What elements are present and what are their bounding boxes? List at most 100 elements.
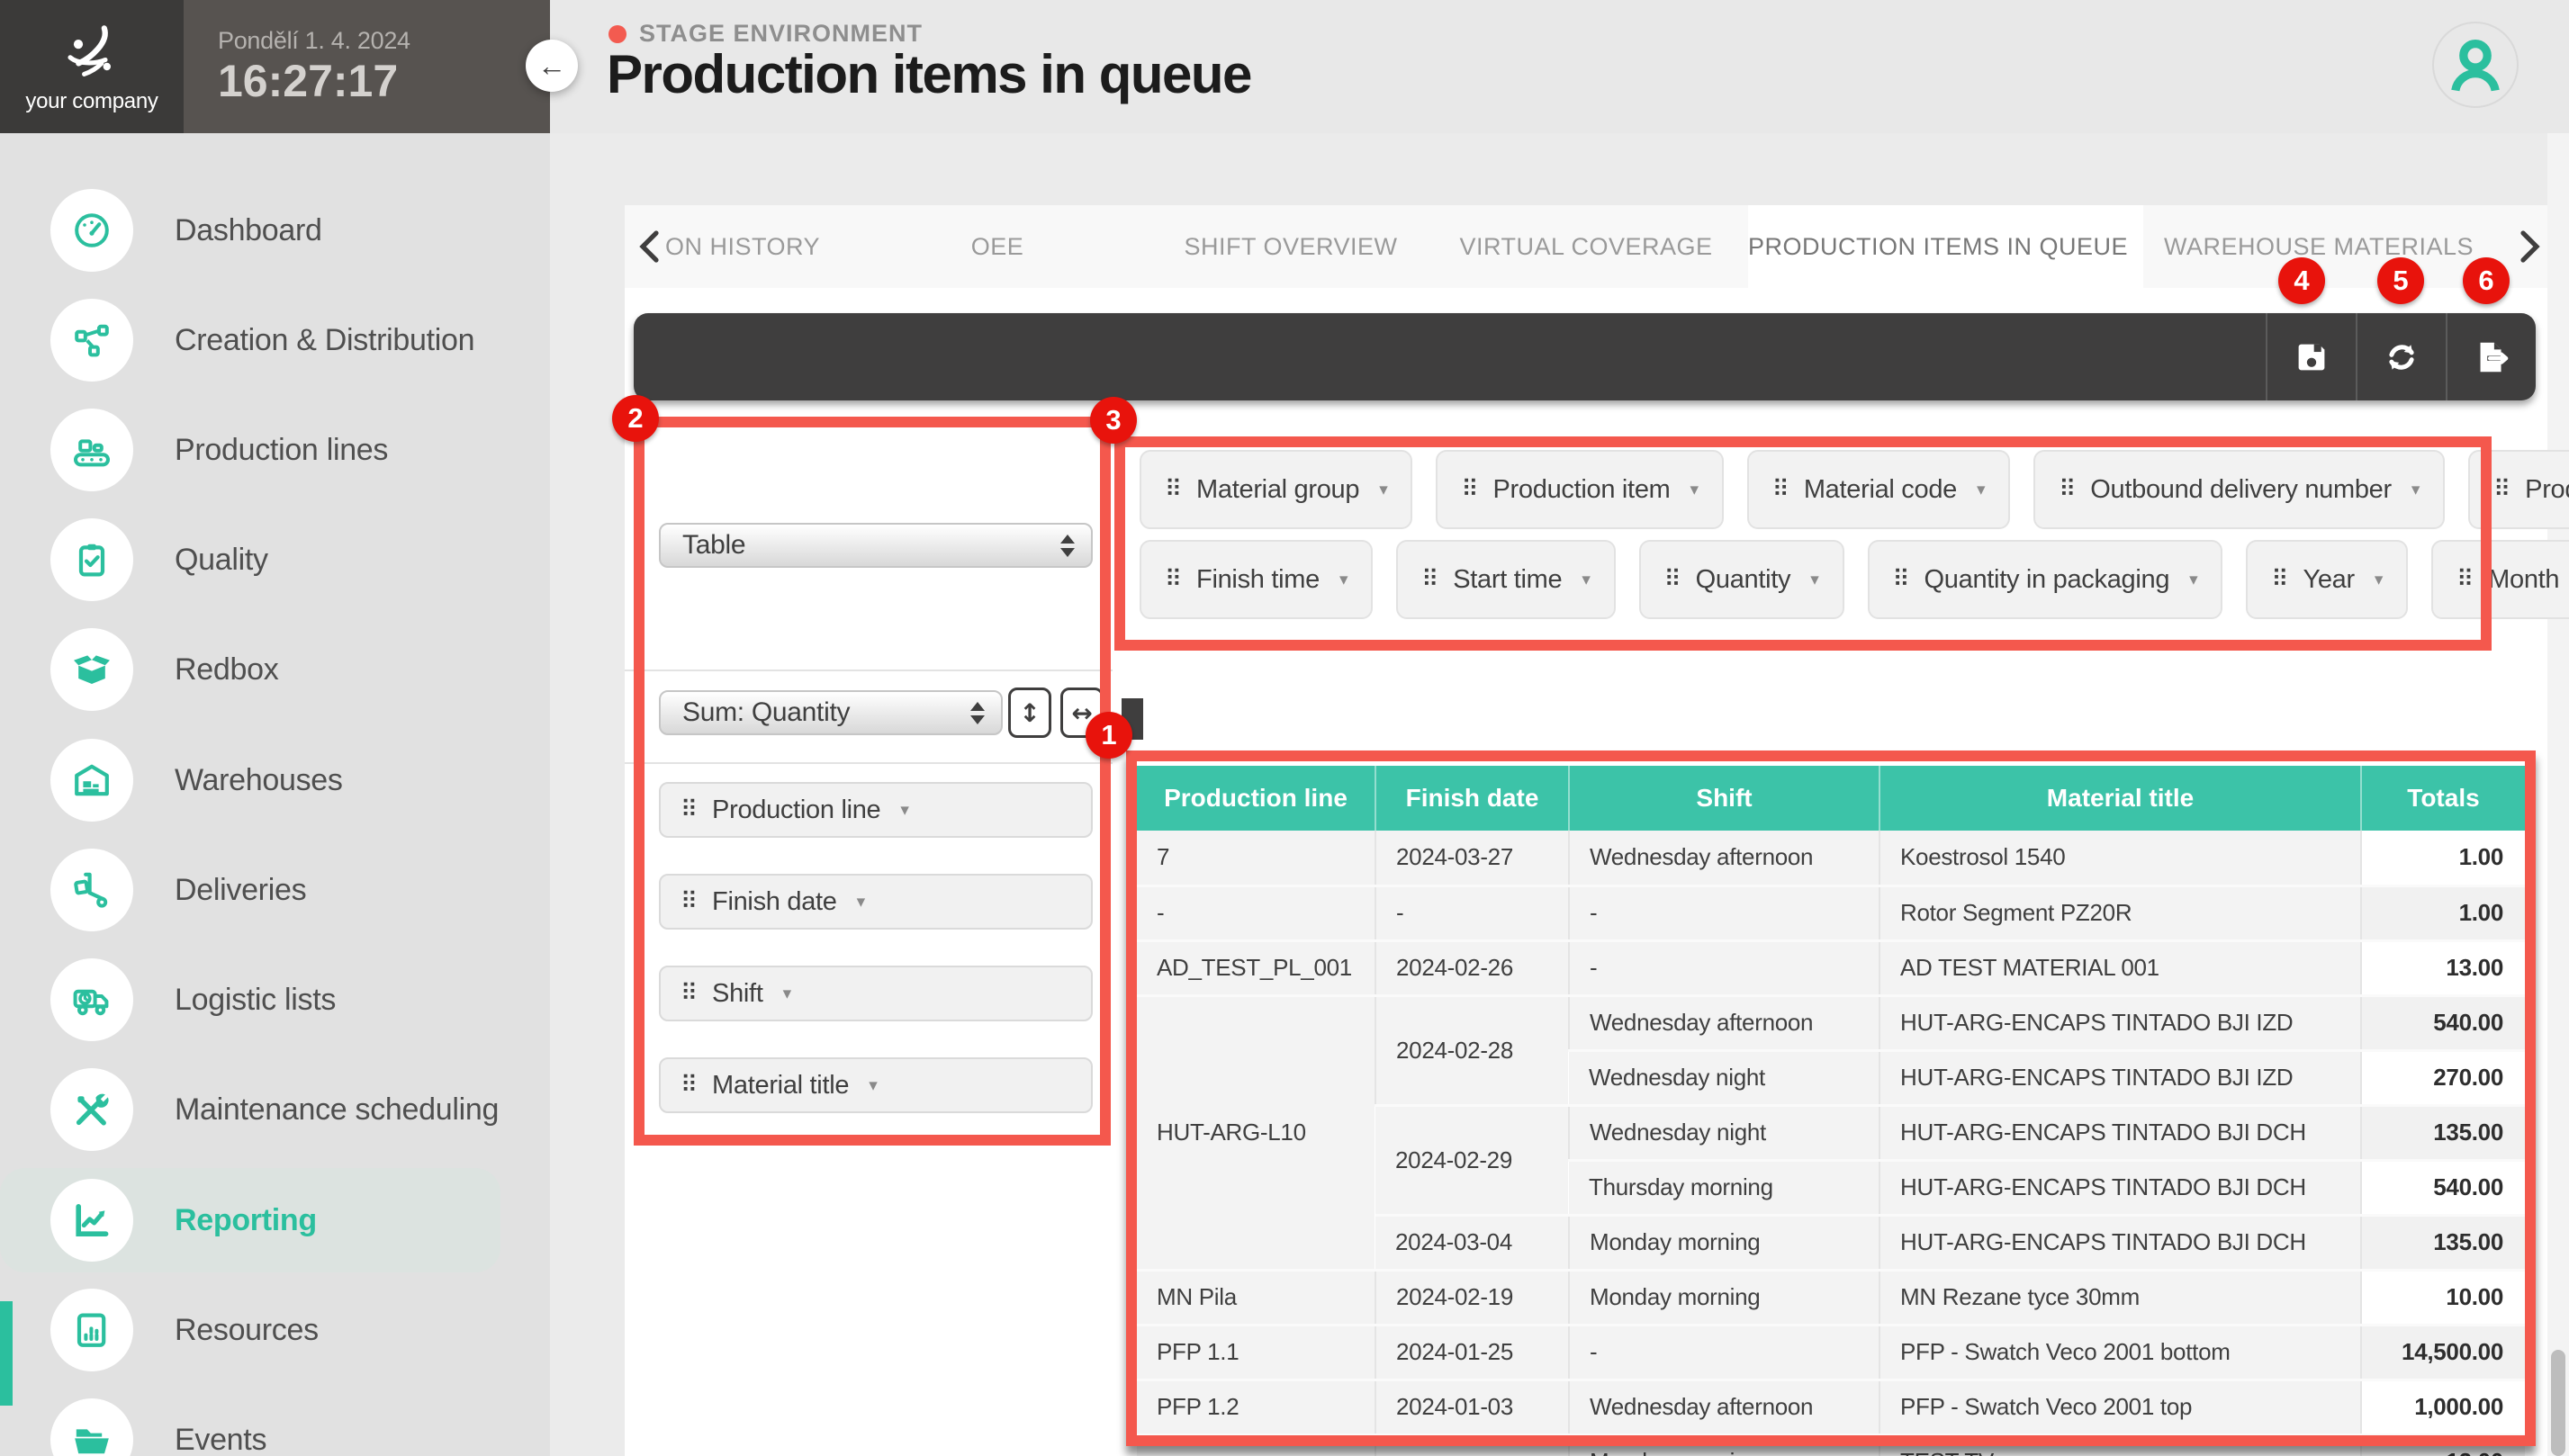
table-cell: Wednesday afternoon	[1569, 1380, 1879, 1434]
document-bars-icon	[50, 1289, 133, 1371]
user-avatar[interactable]	[2432, 22, 2519, 108]
caret-down-icon: ▾	[2189, 570, 2197, 589]
sidebar-item-production-lines[interactable]: Production lines	[0, 398, 504, 502]
sidebar-item-dashboard[interactable]: Dashboard	[0, 178, 504, 283]
drag-handle-icon: ⠿	[1772, 476, 1789, 503]
table-cell: MN Pila	[1137, 1270, 1375, 1325]
table-row: MN Pila2024-02-19Monday morningMN Rezane…	[1137, 1270, 2525, 1325]
caret-down-icon: ▾	[2375, 570, 2383, 589]
chip-start-time[interactable]: ⠿ Start time ▾	[1396, 540, 1615, 619]
sidebar-item-creation-distribution[interactable]: Creation & Distribution	[0, 288, 504, 392]
folder-icon	[50, 1398, 133, 1456]
tab-on-history[interactable]: ON HISTORY	[665, 205, 820, 288]
drag-handle-icon: ⠿	[1461, 476, 1478, 503]
tab-production-items-in-queue[interactable]: PRODUCTION ITEMS IN QUEUE	[1748, 205, 2128, 288]
sidebar-item-logistic-lists[interactable]: Logistic lists	[0, 948, 504, 1052]
caret-down-icon: ▾	[1379, 480, 1387, 499]
chevron-right-icon	[2506, 225, 2549, 268]
column-header-material-title[interactable]: Material title	[1879, 766, 2361, 831]
app-root: your company Pondělí 1. 4. 2024 16:27:17…	[0, 0, 2569, 1456]
sidebar-item-redbox[interactable]: Redbox	[0, 617, 504, 722]
sidebar-item-maintenance-scheduling[interactable]: Maintenance scheduling	[0, 1057, 504, 1162]
totals-cell: 135.00	[2361, 1105, 2525, 1160]
tab-shift-overview[interactable]: SHIFT OVERVIEW	[1184, 205, 1397, 288]
arrow-up-down-icon: ↕	[1019, 698, 1040, 728]
table-cell: Wednesday night	[1569, 1105, 1879, 1160]
scrollbar-thumb[interactable]	[2551, 1350, 2565, 1456]
row-field-material-title[interactable]: ⠿ Material title ▾	[659, 1057, 1093, 1113]
table-cell: PFP - Swatch Veco 2001 bottom	[1879, 1325, 2361, 1380]
sidebar-item-deliveries[interactable]: Deliveries	[0, 838, 504, 942]
tabs-scroll-right-button[interactable]	[2506, 225, 2549, 268]
drag-handle-icon: ⠿	[681, 1072, 698, 1099]
chip-material-group[interactable]: ⠿ Material group ▾	[1140, 450, 1412, 529]
caret-down-icon: ▾	[1582, 570, 1590, 589]
table-cell: MN Rezane tyce 30mm	[1879, 1270, 2361, 1325]
row-field-shift[interactable]: ⠿ Shift ▾	[659, 966, 1093, 1021]
sidebar-item-events[interactable]: Events	[0, 1388, 504, 1456]
chip-quantity-in-packaging[interactable]: ⠿ Quantity in packaging ▾	[1868, 540, 2223, 619]
caret-down-icon: ▾	[783, 984, 791, 1003]
network-nodes-icon	[50, 299, 133, 382]
view-type-select[interactable]: Table	[659, 523, 1093, 568]
chip-production-time[interactable]: ⠿ Production time ▾	[2468, 450, 2569, 529]
table-row: AD_TEST_PL_0012024-02-26-AD TEST MATERIA…	[1137, 940, 2525, 995]
chip-label: Production item	[1493, 475, 1671, 505]
chip-quantity[interactable]: ⠿ Quantity ▾	[1639, 540, 1844, 619]
totals-cell: 1,000.00	[2361, 1380, 2525, 1434]
panel-divider	[625, 670, 1113, 671]
row-field-finish-date[interactable]: ⠿ Finish date ▾	[659, 874, 1093, 930]
row-field-production-line[interactable]: ⠿ Production line ▾	[659, 782, 1093, 838]
caret-down-icon: ▾	[1977, 480, 1985, 499]
chip-production-item[interactable]: ⠿ Production item ▾	[1436, 450, 1723, 529]
hand-truck-icon	[50, 849, 133, 931]
sidebar-item-resources[interactable]: Resources	[0, 1278, 504, 1382]
tab-virtual-coverage[interactable]: VIRTUAL COVERAGE	[1459, 205, 1712, 288]
export-button[interactable]	[2446, 313, 2536, 400]
chip-label: Month	[2488, 565, 2559, 595]
tab-oee[interactable]: OEE	[971, 205, 1024, 288]
sidebar: Dashboard Creation & Distribution	[0, 133, 550, 1456]
table-cell: -	[1375, 885, 1569, 940]
drag-handle-icon: ⠿	[1165, 476, 1182, 503]
report-chart-icon	[50, 1179, 133, 1262]
column-header-production-line[interactable]: Production line	[1137, 766, 1375, 831]
save-icon	[2291, 337, 2332, 378]
chip-material-code[interactable]: ⠿ Material code ▾	[1747, 450, 2010, 529]
chip-finish-time[interactable]: ⠿ Finish time ▾	[1140, 540, 1373, 619]
column-header-finish-date[interactable]: Finish date	[1375, 766, 1569, 831]
sidebar-item-reporting[interactable]: Reporting	[0, 1168, 500, 1272]
totals-cell: 14,500.00	[2361, 1325, 2525, 1380]
sidebar-item-label: Resources	[175, 1313, 319, 1348]
table-cell: 7	[1137, 831, 1375, 885]
table-row: ---Rotor Segment PZ20R1.00	[1137, 885, 2525, 940]
report-toolbar	[634, 313, 2536, 400]
chip-month[interactable]: ⠿ Month ▾	[2431, 540, 2569, 619]
table-cell: Rotor Segment PZ20R	[1879, 885, 2361, 940]
chip-label: Start time	[1453, 565, 1562, 595]
save-button[interactable]	[2266, 313, 2356, 400]
back-button[interactable]: ←	[526, 40, 578, 92]
chip-outbound-delivery-number[interactable]: ⠿ Outbound delivery number ▾	[2033, 450, 2445, 529]
totals-cell: 10.00	[2361, 1270, 2525, 1325]
sidebar-item-quality[interactable]: Quality	[0, 508, 504, 612]
aggregation-select[interactable]: Sum: Quantity	[659, 690, 1003, 735]
sidebar-item-label: Maintenance scheduling	[175, 1092, 499, 1128]
sidebar-item-warehouses[interactable]: Warehouses	[0, 728, 504, 832]
conveyor-icon	[50, 409, 133, 491]
table-cell	[1375, 1434, 1569, 1456]
table-cell: Wednesday afternoon	[1569, 995, 1879, 1050]
chip-year[interactable]: ⠿ Year ▾	[2246, 540, 2408, 619]
drag-handle-icon: ⠿	[2493, 476, 2510, 503]
sidebar-item-label: Deliveries	[175, 873, 306, 908]
column-header-shift[interactable]: Shift	[1569, 766, 1879, 831]
table-cell: Wednesday afternoon	[1569, 831, 1879, 885]
swap-rows-button[interactable]: ↕	[1008, 688, 1051, 738]
table-cell: Monday morning	[1569, 1434, 1879, 1456]
table-row: PFP 1.12024-01-25-PFP - Swatch Veco 2001…	[1137, 1325, 2525, 1380]
column-header-totals[interactable]: Totals	[2361, 766, 2525, 831]
refresh-button[interactable]	[2356, 313, 2446, 400]
view-type-value: Table	[682, 530, 745, 561]
drag-handle-icon: ⠿	[681, 888, 698, 915]
caret-down-icon: ▾	[900, 800, 908, 820]
